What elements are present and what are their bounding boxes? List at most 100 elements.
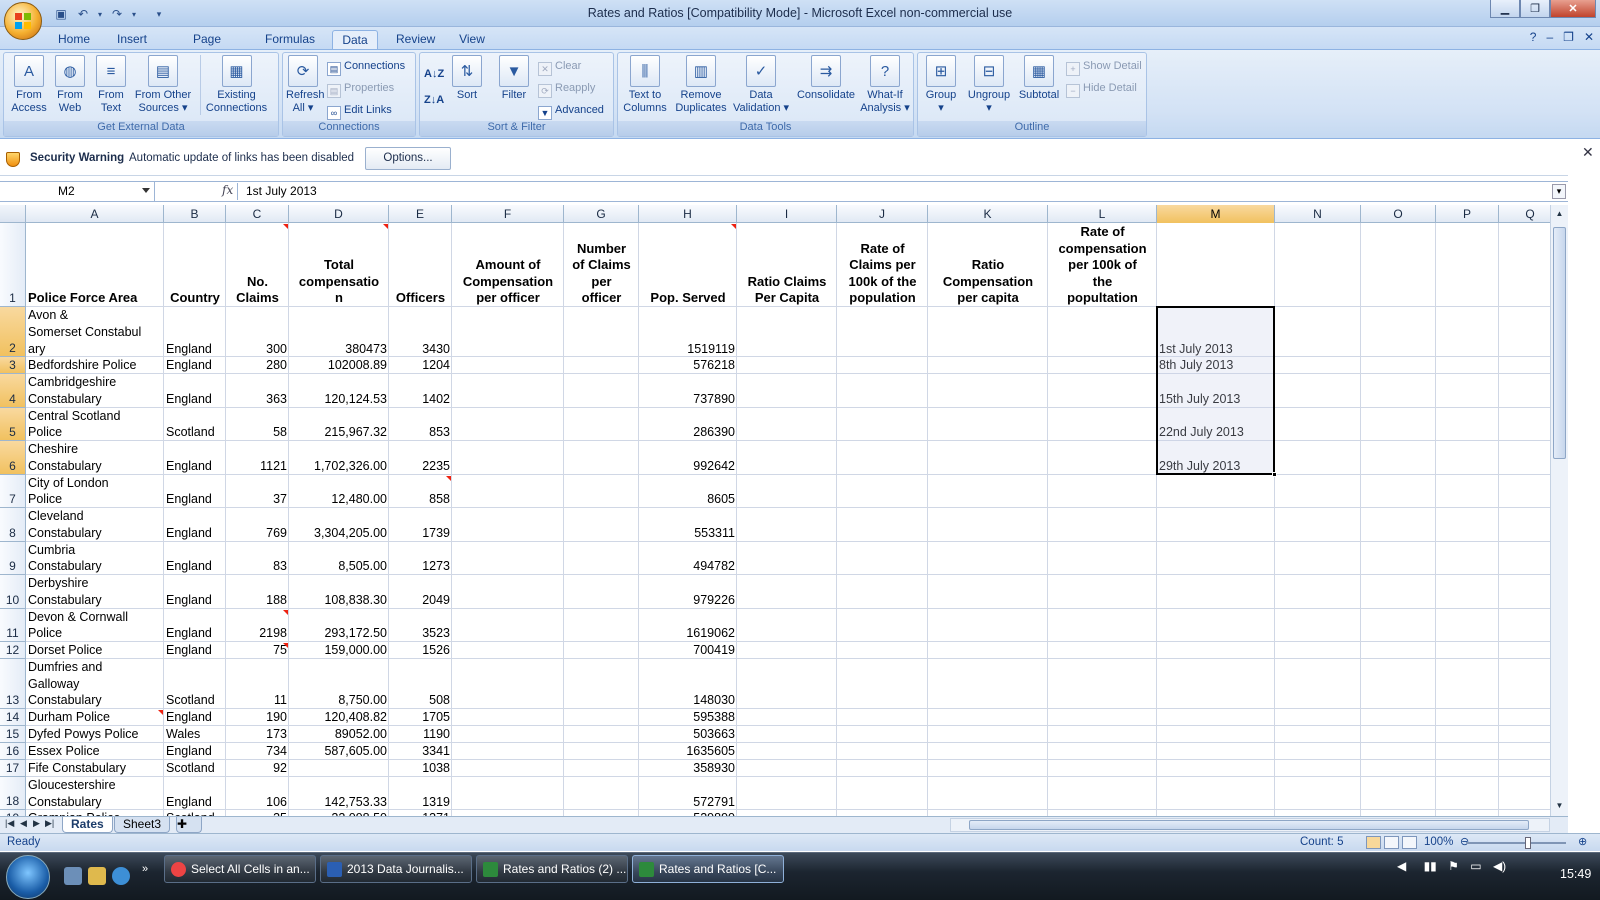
explorer-icon[interactable] [88, 867, 106, 885]
show-detail-button[interactable]: + Show Detail [1066, 57, 1142, 76]
row-header[interactable]: 17 [0, 759, 26, 777]
row-header[interactable]: 12 [0, 642, 26, 659]
from-web-button[interactable]: ◍ From Web [51, 55, 89, 115]
column-header-g[interactable]: G [564, 205, 639, 223]
cell-pop-served[interactable]: 737890 [639, 374, 737, 408]
refresh-all-button[interactable]: ⟳ Refresh All ▾ [286, 55, 325, 115]
column-header-c[interactable]: C [226, 205, 289, 223]
cell-pop-served[interactable]: 700419 [639, 642, 737, 659]
advanced-button[interactable]: ▼ Advanced [538, 101, 604, 120]
existing-connections-button[interactable]: ▦ Existing Connections [200, 55, 272, 115]
cell-officers[interactable]: 1038 [389, 760, 452, 777]
tab-view[interactable]: View [450, 30, 494, 50]
cell-no-claims[interactable]: 190 [226, 709, 289, 726]
header-cell-l[interactable]: Rate of compensation per 100k of the populta… [1048, 223, 1157, 307]
cell-no-claims[interactable]: 75 [226, 642, 289, 659]
cell-police-force-area[interactable]: Central Scotland Police [26, 408, 164, 442]
column-header-p[interactable]: P [1436, 205, 1499, 223]
cell-officers[interactable]: 1402 [389, 374, 452, 408]
quicklaunch-more-icon[interactable]: » [142, 863, 148, 875]
cell-officers[interactable]: 1204 [389, 357, 452, 374]
cell-total-compensation[interactable]: 120,124.53 [289, 374, 389, 408]
minimize-icon[interactable]: ▁ [1490, 0, 1520, 18]
cell-officers[interactable]: 1190 [389, 726, 452, 743]
row-header[interactable]: 6 [0, 441, 26, 475]
sheet-tab-rates[interactable]: Rates [62, 817, 113, 833]
cell-country[interactable]: England [164, 575, 226, 609]
cell-officers[interactable]: 1526 [389, 642, 452, 659]
cell-country[interactable]: Scotland [164, 760, 226, 777]
row-header[interactable]: 7 [0, 474, 26, 508]
column-header-i[interactable]: I [737, 205, 837, 223]
cell-total-compensation[interactable]: 89052.00 [289, 726, 389, 743]
cell-country[interactable]: England [164, 508, 226, 542]
column-header-o[interactable]: O [1361, 205, 1436, 223]
close-icon[interactable]: ✕ [1550, 0, 1596, 18]
header-cell-e[interactable]: Officers [389, 223, 452, 307]
cell-police-force-area[interactable]: Cambridgeshire Constabulary [26, 374, 164, 408]
comment-indicator-icon[interactable] [446, 475, 451, 481]
comment-indicator-icon[interactable] [283, 224, 288, 229]
start-button[interactable] [6, 855, 50, 899]
name-box-dropdown-icon[interactable] [142, 188, 150, 193]
cell-pop-served[interactable]: 503663 [639, 726, 737, 743]
prev-sheet-icon[interactable]: ◀ [20, 818, 27, 829]
cell-total-compensation[interactable]: 380473 [289, 307, 389, 357]
cell-country[interactable]: England [164, 307, 226, 357]
cell-country[interactable]: England [164, 475, 226, 509]
column-header-b[interactable]: B [164, 205, 226, 223]
consolidate-button[interactable]: ⇉ Consolidate [794, 55, 858, 102]
horizontal-scrollbar[interactable] [950, 818, 1550, 832]
cell-pop-served[interactable]: 1635605 [639, 743, 737, 760]
connections-button[interactable]: ▤ Connections [327, 57, 405, 76]
page-layout-view-icon[interactable] [1384, 836, 1399, 849]
cell-pop-served[interactable]: 979226 [639, 575, 737, 609]
internet-explorer-icon[interactable] [112, 867, 130, 885]
row-header[interactable]: 4 [0, 374, 26, 408]
cell-pop-served[interactable]: 358930 [639, 760, 737, 777]
battery-icon[interactable]: ▭ [1470, 859, 1481, 873]
column-header-e[interactable]: E [389, 205, 452, 223]
sort-z-a-icon[interactable]: Z↓A [424, 91, 444, 109]
cell-police-force-area[interactable]: Cheshire Constabulary [26, 441, 164, 475]
cell-total-compensation[interactable]: 12,480.00 [289, 475, 389, 509]
maximize-icon[interactable]: ❐ [1520, 0, 1550, 18]
tab-data[interactable]: Data [332, 30, 378, 50]
sort-a-z-icon[interactable]: A↓Z [424, 65, 444, 83]
ribbon-close-icon[interactable]: ✕ [1584, 30, 1594, 44]
taskbar-item-chrome[interactable]: Select All Cells in an... [164, 855, 316, 883]
cell-police-force-area[interactable]: Fife Constabulary [26, 760, 164, 777]
last-sheet-icon[interactable]: ▶| [45, 818, 54, 829]
filter-button[interactable]: ▼ Filter [496, 55, 532, 102]
ribbon-restore-icon[interactable]: ❐ [1563, 30, 1574, 44]
text-to-columns-button[interactable]: ⫼ Text to Columns [620, 55, 670, 115]
cell-no-claims[interactable]: 58 [226, 408, 289, 442]
ribbon-minimize-icon[interactable]: – [1546, 30, 1553, 44]
row-header[interactable]: 13 [0, 658, 26, 709]
cell-pop-served[interactable]: 576218 [639, 357, 737, 374]
column-header-k[interactable]: K [928, 205, 1048, 223]
taskbar-item-word[interactable]: 2013 Data Journalis... [320, 855, 472, 883]
header-cell-c[interactable]: No. Claims [226, 223, 289, 307]
sheet-tab-sheet3[interactable]: Sheet3 [114, 817, 171, 833]
row-header[interactable]: 8 [0, 508, 26, 542]
hide-detail-button[interactable]: − Hide Detail [1066, 79, 1137, 98]
cell-no-claims[interactable]: 188 [226, 575, 289, 609]
scroll-up-icon[interactable]: ▲ [1553, 207, 1566, 221]
column-header-l[interactable]: L [1048, 205, 1157, 223]
cell-officers[interactable]: 2235 [389, 441, 452, 475]
cell-total-compensation[interactable]: 142,753.33 [289, 777, 389, 811]
tab-review[interactable]: Review [388, 30, 440, 50]
row-header[interactable]: 3 [0, 357, 26, 374]
vertical-scroll-thumb[interactable] [1553, 227, 1566, 459]
edit-links-button[interactable]: ∞ Edit Links [327, 101, 392, 120]
vertical-scrollbar[interactable]: ▲ ▼ [1550, 205, 1568, 816]
cell-country[interactable]: England [164, 777, 226, 811]
help-icon[interactable]: ? [1530, 30, 1537, 44]
show-desktop-icon[interactable] [64, 867, 82, 885]
remove-duplicates-button[interactable]: ▥ Remove Duplicates [672, 55, 730, 115]
cell-officers[interactable]: 1319 [389, 777, 452, 811]
cell-officers[interactable]: 3430 [389, 307, 452, 357]
cell-officers[interactable]: 1273 [389, 542, 452, 576]
formula-input[interactable]: 1st July 2013 [246, 182, 317, 201]
